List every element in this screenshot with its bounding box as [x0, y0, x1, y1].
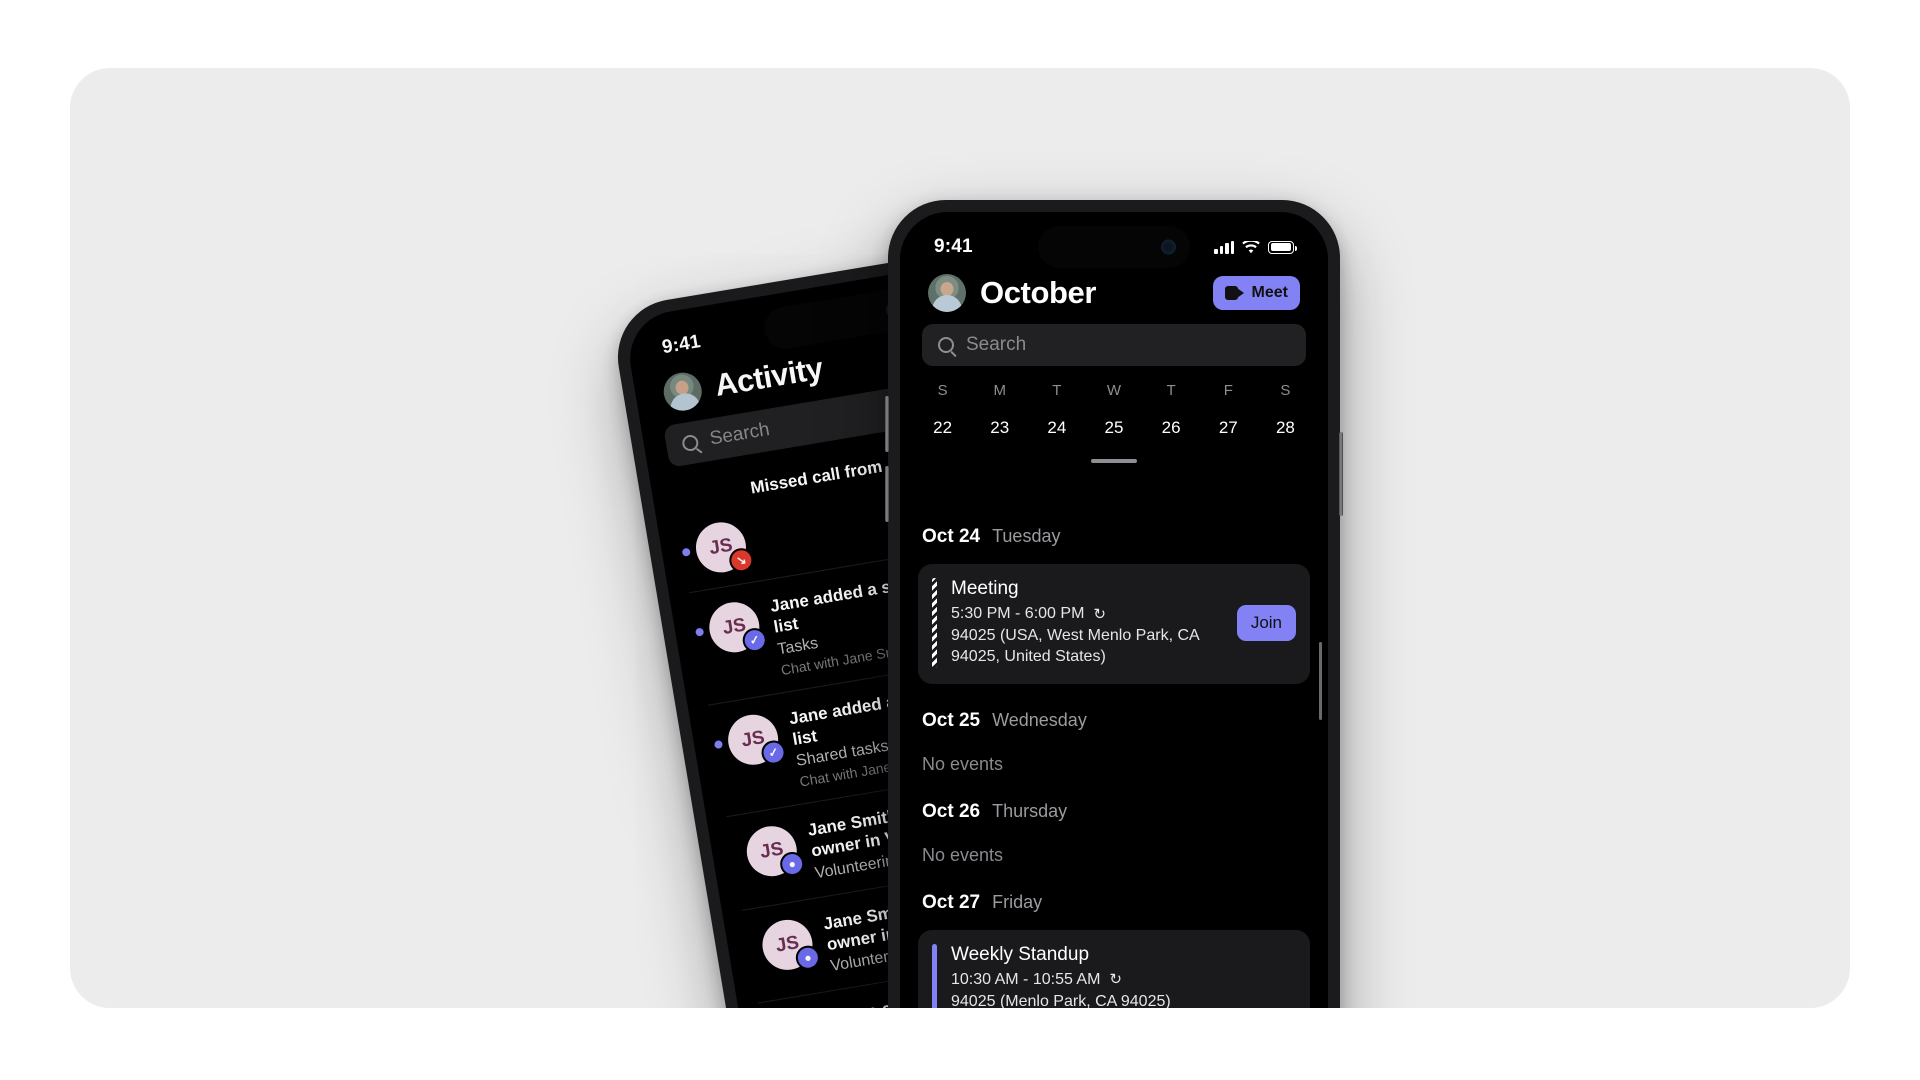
event-details: Weekly Standup 10:30 AM - 10:55 AM ↻ 940…	[951, 944, 1296, 1008]
day-date: Oct 26	[922, 800, 981, 822]
day-header: Oct 24 Tuesday	[918, 500, 1310, 548]
weekday-initial: M	[993, 382, 1006, 399]
weekday-initial: T	[1166, 382, 1176, 399]
search-icon	[681, 433, 700, 453]
volume-up-button[interactable]	[885, 396, 889, 452]
day-date: Oct 24	[922, 526, 981, 547]
event-time: 10:30 AM - 10:55 AM	[951, 970, 1101, 988]
join-button[interactable]: Join	[1236, 604, 1296, 641]
week-days-row[interactable]: 22 23 24 25 26 27 28	[914, 411, 1314, 445]
event-details: Meeting 5:30 PM - 6:00 PM ↻ 94025 (USA, …	[951, 578, 1223, 668]
search-input[interactable]: Search	[922, 324, 1306, 366]
day-weekday: Tuesday	[992, 526, 1061, 546]
event-location: 94025 (USA, West Menlo Park, CA 94025, U…	[951, 627, 1199, 665]
event-card-meeting[interactable]: Meeting 5:30 PM - 6:00 PM ↻ 94025 (USA, …	[918, 564, 1310, 684]
sheet-grabber-handle[interactable]	[1091, 459, 1137, 463]
day-date: Oct 25	[922, 709, 981, 731]
weekday-initial: F	[1223, 382, 1233, 399]
list-item-text: Jane added a s list Tasks Chat with Jane…	[769, 576, 903, 678]
meet-button-label: Meet	[1251, 284, 1288, 301]
unread-dot	[713, 739, 723, 749]
day-cell-25[interactable]: 25	[1085, 411, 1142, 445]
agenda-day-group: Oct 25 Wednesday No events	[918, 684, 1310, 775]
weekday-initial: S	[1280, 382, 1291, 399]
day-weekday: Thursday	[992, 800, 1068, 821]
avatar[interactable]	[928, 274, 966, 312]
day-header: Oct 26 Thursday	[918, 775, 1310, 823]
avatar: JS ↘	[692, 518, 756, 577]
repeat-icon: ↻	[1093, 605, 1106, 623]
status-indicators	[1214, 239, 1297, 254]
video-camera-icon	[1224, 286, 1244, 300]
event-time-row: 10:30 AM - 10:55 AM ↻	[951, 971, 1296, 989]
list-item-text	[755, 516, 763, 565]
weekday-initial: T	[1052, 382, 1062, 399]
day-cell-22[interactable]: 22	[914, 411, 971, 445]
event-time-row: 5:30 PM - 6:00 PM ↻	[951, 605, 1223, 623]
empty-state-label: No events	[922, 753, 1004, 774]
day-cell-23-selected[interactable]: 23	[971, 411, 1028, 445]
agenda-day-group: Oct 24 Tuesday Meeting 5:30 PM - 6:00 PM…	[918, 500, 1310, 684]
event-time: 5:30 PM - 6:00 PM	[951, 605, 1085, 622]
event-title: Weekly Standup	[951, 943, 1090, 965]
battery-full-icon	[1268, 240, 1297, 254]
stage-canvas: 9:41 Activity Search Missed call from JS…	[70, 68, 1850, 1008]
agenda-day-group: Oct 26 Thursday No events	[918, 775, 1310, 866]
weekday-initials-row: S M T W T F S	[914, 382, 1314, 411]
repeat-icon: ↻	[1109, 971, 1122, 989]
day-weekday: Friday	[992, 891, 1043, 912]
meet-button[interactable]: Meet	[1212, 276, 1300, 310]
day-header: Oct 25 Wednesday	[918, 684, 1310, 732]
calendar-screen: 9:41 October Meet Search S M T W T F S 2…	[900, 212, 1328, 1008]
phone-device-calendar: 9:41 October Meet Search S M T W T F S 2…	[885, 200, 1343, 1008]
status-bar-front: 9:41	[900, 230, 1328, 264]
wifi-icon	[1242, 239, 1260, 254]
event-color-bar	[932, 943, 937, 1008]
calendar-header: October Meet	[900, 274, 1328, 312]
status-time: 9:41	[934, 236, 973, 257]
unread-dot	[681, 547, 691, 557]
search-icon	[938, 337, 954, 353]
power-button[interactable]	[1339, 432, 1343, 516]
day-cell-26[interactable]: 26	[1143, 411, 1200, 445]
day-weekday: Wednesday	[992, 709, 1087, 730]
search-placeholder: Search	[966, 334, 1027, 355]
avatar: JS ✓	[724, 710, 788, 769]
volume-down-button[interactable]	[885, 466, 889, 522]
event-title: Meeting	[951, 578, 1019, 599]
avatar-body	[932, 295, 962, 312]
event-card-weekly-standup[interactable]: Weekly Standup 10:30 AM - 10:55 AM ↻ 940…	[918, 929, 1310, 1008]
day-date: Oct 27	[922, 891, 981, 913]
avatar-body	[668, 391, 701, 413]
unread-dot	[695, 627, 705, 637]
day-cell-28[interactable]: 28	[1257, 411, 1314, 445]
status-time: 9:41	[660, 331, 703, 359]
event-location: 94025 (Menlo Park, CA 94025)	[951, 992, 1171, 1008]
page-title: October	[980, 275, 1097, 310]
day-header: Oct 27 Friday	[918, 866, 1310, 914]
phone-bezel-front: 9:41 October Meet Search S M T W T F S 2…	[900, 212, 1328, 1008]
day-cell-27[interactable]: 27	[1200, 411, 1257, 445]
event-color-bar	[932, 578, 937, 668]
avatar[interactable]	[660, 369, 705, 414]
avatar: JS ●	[758, 915, 822, 974]
cellular-bars-icon	[1214, 240, 1234, 254]
avatar: JS ●	[743, 822, 807, 880]
agenda-day-group: Oct 27 Friday Weekly Standup 10:30 AM - …	[918, 866, 1310, 1008]
day-cell-24[interactable]: 24	[1028, 411, 1085, 445]
page-title: Activity	[712, 350, 826, 403]
week-strip[interactable]: S M T W T F S 22 23 24 25 26 27 28	[900, 382, 1328, 463]
scrollbar-indicator[interactable]	[1319, 642, 1322, 720]
weekday-initial: W	[1106, 382, 1122, 399]
weekday-initial: S	[937, 382, 948, 399]
search-placeholder: Search	[708, 418, 772, 450]
agenda-list[interactable]: Oct 24 Tuesday Meeting 5:30 PM - 6:00 PM…	[900, 500, 1328, 1008]
avatar: JS ✓	[705, 598, 769, 657]
empty-state-label: No events	[922, 844, 1004, 865]
